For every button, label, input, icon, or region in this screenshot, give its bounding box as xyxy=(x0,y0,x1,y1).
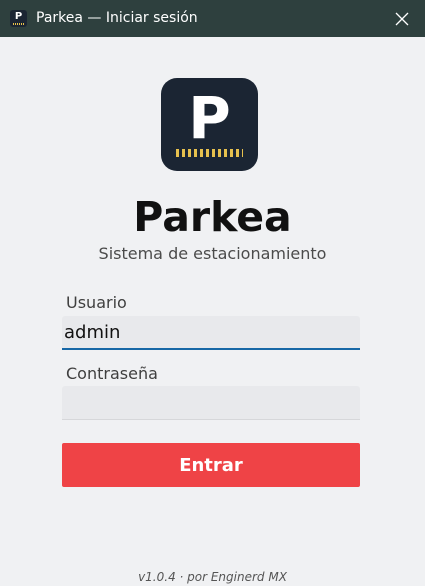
window-title: Parkea — Iniciar sesión xyxy=(36,10,198,26)
username-label: Usuario xyxy=(66,293,127,312)
app-icon-letter: P xyxy=(14,11,23,22)
app-tagline: Sistema de estacionamiento xyxy=(98,244,327,263)
username-input[interactable] xyxy=(62,316,360,350)
password-label: Contraseña xyxy=(66,364,158,383)
login-window: P Parkea — Iniciar sesión P Parkea Siste… xyxy=(0,0,425,586)
close-icon xyxy=(395,12,409,26)
app-name: Parkea xyxy=(133,193,292,241)
password-input[interactable] xyxy=(62,386,360,420)
parkea-app-icon: P xyxy=(10,10,27,27)
logo-parking-stripe xyxy=(176,149,243,157)
parkea-logo: P xyxy=(161,78,258,171)
version-footer: v1.0.4 · por Enginerd MX xyxy=(138,570,287,584)
title-bar: P Parkea — Iniciar sesión xyxy=(0,0,425,37)
close-button[interactable] xyxy=(379,0,425,37)
login-button[interactable]: Entrar xyxy=(62,443,360,487)
app-icon-stripe xyxy=(13,23,24,25)
logo-letter: P xyxy=(188,84,231,152)
